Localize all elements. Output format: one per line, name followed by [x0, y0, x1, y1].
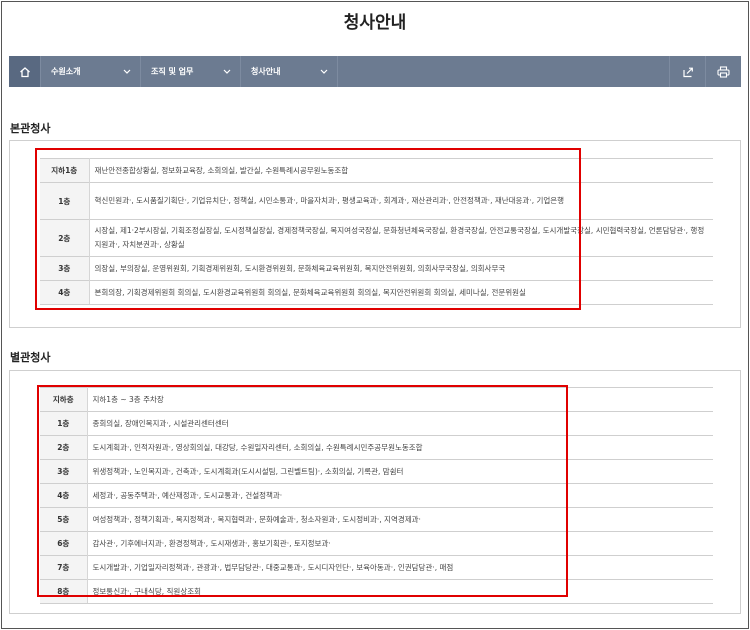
table-row: 4층 본회의장, 기획경제위원회 회의실, 도시환경교육위원회 회의실, 문화체…	[40, 280, 713, 305]
floor-label: 1층	[40, 182, 90, 220]
nav-item-label: 청사안내	[251, 67, 281, 76]
floor-rooms: 여성정책과·, 정책기획과·, 복지정책과·, 복지협력과·, 문화예술과·, …	[87, 507, 713, 532]
chevron-down-icon	[222, 67, 232, 77]
table-row: 4층 세정과·, 공동주택과·, 예산재정과·, 도시교통과·, 건설정책과·	[40, 483, 713, 508]
table-row: 5층 여성정책과·, 정책기획과·, 복지정책과·, 복지협력과·, 문화예술과…	[40, 507, 713, 532]
nav-item-label: 조직 및 업무	[151, 67, 194, 76]
floor-rooms: 재난안전종합상황실, 정보화교육장, 소회의실, 발간실, 수원특례시공무원노동…	[89, 158, 713, 183]
floor-label: 3층	[40, 459, 88, 484]
floor-rooms: 시장실, 제1·2부시장실, 기획조정실장실, 도시정책실장실, 경제정책국장실…	[89, 219, 713, 257]
floor-rooms: 감사관·, 기후에너지과·, 환경정책과·, 도시재생과·, 홍보기획관·, 토…	[87, 531, 713, 556]
home-icon	[19, 66, 30, 77]
floor-label: 4층	[40, 280, 90, 305]
table-row: 3층 의장실, 부의장실, 운영위원회, 기획경제위원회, 도시환경위원회, 문…	[40, 256, 713, 281]
floor-rooms: 도시개발과·, 기업일자리정책과·, 관광과·, 법무담당관·, 대중교통과·,…	[87, 555, 713, 580]
page-title: 청사안내	[343, 13, 407, 33]
section-title-annex-building: 별관청사	[10, 351, 51, 364]
floor-label: 8층	[40, 579, 88, 604]
floor-rooms: 세정과·, 공동주택과·, 예산재정과·, 도시교통과·, 건설정책과·	[87, 483, 713, 508]
main-building-table: 지하1층 재난안전종합상황실, 정보화교육장, 소회의실, 발간실, 수원특례시…	[40, 158, 713, 305]
nav-spacer	[337, 56, 669, 87]
table-row: 1층 종회의실, 장애인복지과·, 시설관리센터센터	[40, 411, 713, 436]
annex-building-table: 지하층 지하1층 ~ 3층 주차장 1층 종회의실, 장애인복지과·, 시설관리…	[40, 387, 713, 604]
floor-rooms: 종회의실, 장애인복지과·, 시설관리센터센터	[87, 411, 713, 436]
floor-rooms: 의장실, 부의장실, 운영위원회, 기획경제위원회, 도시환경위원회, 문화체육…	[89, 256, 713, 281]
floor-label: 2층	[40, 435, 88, 460]
floor-label: 지하층	[40, 387, 88, 412]
nav-item-about[interactable]: 수원소개	[40, 56, 140, 87]
floor-rooms: 도시계획과·, 인적자원과·, 영상회의실, 대강당, 수원일자리센터, 소회의…	[87, 435, 713, 460]
table-row: 1층 혁신민원과·, 도시품질기획단·, 기업유치단·, 정책실, 시민소통과·…	[40, 182, 713, 220]
table-row: 8층 정보통신과·, 구내식당, 직원상조회	[40, 579, 713, 604]
share-button[interactable]	[669, 56, 705, 87]
floor-label: 3층	[40, 256, 90, 281]
nav-item-building-guide[interactable]: 청사안내	[240, 56, 337, 87]
table-row: 2층 도시계획과·, 인적자원과·, 영상회의실, 대강당, 수원일자리센터, …	[40, 435, 713, 460]
floor-label: 6층	[40, 531, 88, 556]
table-row: 2층 시장실, 제1·2부시장실, 기획조정실장실, 도시정책실장실, 경제정책…	[40, 219, 713, 257]
floor-rooms: 정보통신과·, 구내식당, 직원상조회	[87, 579, 713, 604]
home-button[interactable]	[9, 56, 40, 87]
floor-label: 4층	[40, 483, 88, 508]
table-row: 6층 감사관·, 기후에너지과·, 환경정책과·, 도시재생과·, 홍보기획관·…	[40, 531, 713, 556]
floor-label: 1층	[40, 411, 88, 436]
floor-label: 7층	[40, 555, 88, 580]
chevron-down-icon	[319, 67, 329, 77]
table-row: 7층 도시개발과·, 기업일자리정책과·, 관광과·, 법무담당관·, 대중교통…	[40, 555, 713, 580]
print-icon	[717, 65, 730, 78]
print-button[interactable]	[705, 56, 741, 87]
floor-rooms: 지하1층 ~ 3층 주차장	[87, 387, 713, 412]
floor-label: 2층	[40, 219, 90, 257]
share-icon	[682, 67, 693, 77]
floor-label: 5층	[40, 507, 88, 532]
chevron-down-icon	[122, 67, 132, 77]
nav-item-organization[interactable]: 조직 및 업무	[140, 56, 240, 87]
floor-label: 지하1층	[40, 158, 90, 183]
section-title-main-building: 본관청사	[10, 122, 51, 135]
table-row: 지하1층 재난안전종합상황실, 정보화교육장, 소회의실, 발간실, 수원특례시…	[40, 158, 713, 183]
floor-rooms: 위생정책과·, 노인복지과·, 건축과·, 도시계획과(도시시설팀, 그린벨트팀…	[87, 459, 713, 484]
floor-rooms: 본회의장, 기획경제위원회 회의실, 도시환경교육위원회 회의실, 문화체육교육…	[89, 280, 713, 305]
table-row: 지하층 지하1층 ~ 3층 주차장	[40, 387, 713, 412]
nav-item-label: 수원소개	[51, 67, 81, 76]
nav-bar: 수원소개 조직 및 업무 청사안내	[9, 56, 741, 87]
table-row: 3층 위생정책과·, 노인복지과·, 건축과·, 도시계획과(도시시설팀, 그린…	[40, 459, 713, 484]
floor-rooms: 혁신민원과·, 도시품질기획단·, 기업유치단·, 정책실, 시민소통과·, 마…	[89, 182, 713, 220]
